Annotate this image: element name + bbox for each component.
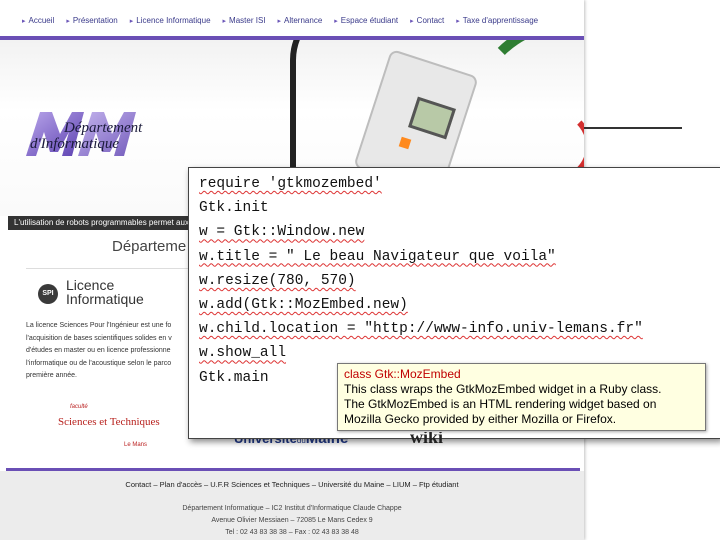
nav-item-label: Licence Informatique xyxy=(136,16,211,25)
code-line: w = Gtk::Window.new xyxy=(199,224,365,241)
nav-item-label: Taxe d'apprentissage xyxy=(462,16,539,25)
nav-menu: ▸ Accueil ▸ Présentation ▸ Licence Informat… xyxy=(0,16,538,25)
logo-line-1: Département xyxy=(64,120,143,136)
nav-item-alternance[interactable]: ▸ Alternance xyxy=(278,16,323,25)
code-line: w.title = " Le beau Navigateur que voila… xyxy=(199,248,556,265)
nav-item-licence-informatique[interactable]: ▸ Licence Informatique xyxy=(130,16,211,25)
nav-item-master-isi[interactable]: ▸ Master ISI xyxy=(223,16,266,25)
nav-arrow-icon: ▸ xyxy=(66,17,70,25)
code-editor-panel[interactable]: require 'gtkmozembed' Gtk.init w = Gtk::… xyxy=(188,167,720,439)
licence-title-line-2: Informatique xyxy=(66,291,144,307)
nav-arrow-icon: ▸ xyxy=(456,17,460,25)
footer-address-line: Tel : 02 43 83 38 38 – Fax : 02 43 83 38… xyxy=(225,529,359,536)
nav-item-label: Espace étudiant xyxy=(340,16,399,25)
licence-text-line: La licence Sciences Pour l'Ingénieur est… xyxy=(26,322,172,329)
nav-item-contact[interactable]: ▸ Contact xyxy=(410,16,444,25)
nav-arrow-icon: ▸ xyxy=(277,17,282,25)
nav-arrow-icon: ▸ xyxy=(129,17,134,25)
class-doc-tooltip: class Gtk::MozEmbed This class wraps the… xyxy=(337,363,706,431)
ufr-logo-superscript: faculté xyxy=(70,404,88,410)
nav-item-presentation[interactable]: ▸ Présentation xyxy=(66,16,117,25)
footer-address-line: Département Informatique – IC2 Institut … xyxy=(182,505,402,512)
footer-address-line: Avenue Olivier Messiaen – 72085 Le Mans … xyxy=(211,517,373,524)
code-line: w.resize(780, 570) xyxy=(199,272,356,289)
code-line: w.show_all xyxy=(199,345,287,362)
footer-address: Département Informatique – IC2 Institut … xyxy=(0,503,584,539)
nav-item-label: Accueil xyxy=(28,16,55,25)
nav-arrow-icon: ▸ xyxy=(410,17,414,25)
tooltip-title: class Gtk::MozEmbed xyxy=(344,367,461,381)
logo-line-2: d'Informatique xyxy=(30,136,120,152)
nav-item-taxe-apprentissage[interactable]: ▸ Taxe d'apprentissage xyxy=(456,16,538,25)
partial-partner-logo: wiki xyxy=(410,432,444,447)
department-logo-text[interactable]: Département d'Informatique xyxy=(30,120,142,152)
code-line: w.add(Gtk::MozEmbed.new) xyxy=(199,296,408,313)
nav-arrow-icon: ▸ xyxy=(22,17,26,25)
nav-item-label: Alternance xyxy=(284,16,323,25)
nav-item-label: Présentation xyxy=(72,16,118,25)
slide-decoration-line xyxy=(584,127,682,129)
ufr-logo-city: Le Mans xyxy=(124,442,148,448)
footer-links[interactable]: Contact – Plan d'accès – U.F.R Sciences … xyxy=(0,480,584,489)
nav-item-label: Master ISI xyxy=(229,16,266,25)
nav-arrow-icon: ▸ xyxy=(334,17,338,25)
code-line: require 'gtkmozembed' xyxy=(199,176,382,192)
code-lines: require 'gtkmozembed' Gtk.init w = Gtk::… xyxy=(199,172,643,390)
ufr-logo-link[interactable]: Sciences et Techniques xyxy=(58,416,160,428)
nav-item-espace-etudiant[interactable]: ▸ Espace étudiant xyxy=(334,16,398,25)
licence-text-line: d'études en master ou en licence profess… xyxy=(26,347,171,354)
nav-item-label: Contact xyxy=(416,16,445,25)
licence-description: La licence Sciences Pour l'Ingénieur est… xyxy=(26,320,196,383)
code-line: Gtk.init xyxy=(199,200,269,217)
licence-text-line: l'acquisition de bases scientifiques sol… xyxy=(26,334,172,342)
licence-text-line: première année. xyxy=(26,372,77,379)
licence-text-line: l'informatique ou de l'acoustique selon … xyxy=(26,359,172,367)
page-title: Départeme xyxy=(112,238,187,255)
tooltip-body: This class wraps the GtkMozEmbed widget … xyxy=(344,382,699,427)
page-footer: Contact – Plan d'accès – U.F.R Sciences … xyxy=(0,471,584,540)
tooltip-line: Mozilla Gecko provided by either Mozilla… xyxy=(344,412,617,426)
licence-section-title[interactable]: Licence Informatique xyxy=(66,278,144,306)
nav-item-accueil[interactable]: ▸ Accueil xyxy=(22,16,54,25)
tooltip-line: This class wraps the GtkMozEmbed widget … xyxy=(344,382,662,396)
licence-title-line-1: Licence xyxy=(66,277,115,293)
code-line: w.child.location = "http://www-info.univ… xyxy=(199,321,643,338)
tooltip-line: The GtkMozEmbed is an HTML rendering wid… xyxy=(344,397,657,411)
spi-badge-icon: SPI xyxy=(38,284,58,304)
top-navigation: ▸ Accueil ▸ Présentation ▸ Licence Informat… xyxy=(0,0,584,36)
nav-arrow-icon: ▸ xyxy=(222,17,227,25)
